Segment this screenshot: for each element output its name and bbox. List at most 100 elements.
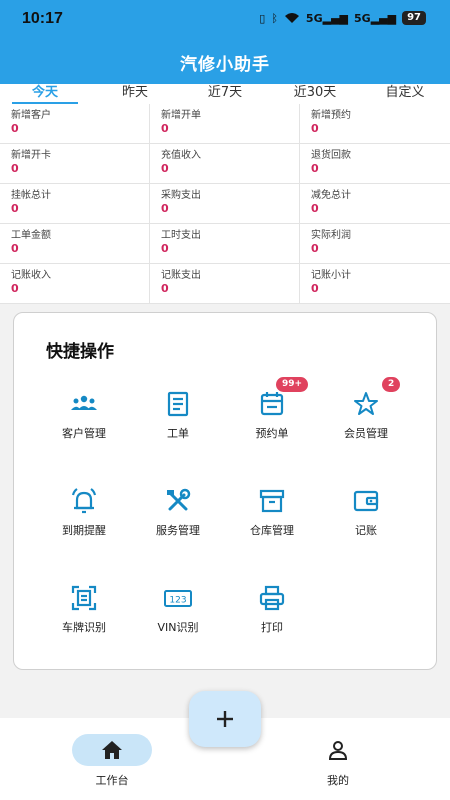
- vibrate-icon: ▯: [259, 11, 266, 25]
- stat-value: 0: [161, 162, 169, 175]
- add-fab-button[interactable]: [189, 691, 261, 747]
- stat-label: 新增开卡: [11, 150, 51, 161]
- status-icons: ▯ ᛒ 5G▂▄▆ 5G▂▄▆ 97: [259, 11, 426, 25]
- nav-pill: [72, 734, 152, 766]
- stat-value: 0: [311, 162, 319, 175]
- svg-text:123: 123: [169, 596, 186, 606]
- stat-cell[interactable]: 退货回款 0: [300, 144, 450, 184]
- status-bar: 10:17 ▯ ᛒ 5G▂▄▆ 5G▂▄▆ 97: [0, 0, 450, 40]
- stat-value: 0: [161, 242, 169, 255]
- bluetooth-icon: ᛒ: [271, 11, 278, 25]
- stat-label: 退货回款: [311, 150, 351, 161]
- nav-item-workbench[interactable]: 工作台: [62, 734, 162, 788]
- stat-cell[interactable]: 记账小计 0: [300, 264, 450, 304]
- stat-cell[interactable]: 充值收入 0: [150, 144, 300, 184]
- quick-action-label: 打印: [261, 621, 283, 634]
- stat-cell[interactable]: 减免总计 0: [300, 184, 450, 224]
- stat-cell[interactable]: 新增客户 0: [0, 104, 150, 144]
- stat-cell[interactable]: 新增开卡 0: [0, 144, 150, 184]
- quick-action-warehouse[interactable]: 仓库管理: [222, 486, 322, 546]
- quick-action-expiry-reminder[interactable]: 到期提醒: [34, 486, 134, 546]
- nav-label: 我的: [327, 774, 349, 787]
- tab-yesterday[interactable]: 昨天: [90, 84, 180, 104]
- quick-action-appointments[interactable]: 99+ 预约单: [222, 377, 322, 449]
- stat-value: 0: [311, 202, 319, 215]
- stat-value: 0: [311, 242, 319, 255]
- signal-icon-2: 5G▂▄▆: [354, 11, 397, 25]
- wallet-icon: [353, 490, 379, 512]
- stat-value: 0: [11, 202, 19, 215]
- work-order-icon: [167, 391, 189, 417]
- signal-icon-1: 5G▂▄▆: [305, 11, 348, 25]
- quick-action-label: 到期提醒: [62, 524, 106, 537]
- quick-action-label: 仓库管理: [250, 524, 294, 537]
- tab-last-7-days[interactable]: 近7天: [180, 84, 270, 104]
- status-time: 10:17: [22, 10, 63, 27]
- stat-value: 0: [11, 242, 19, 255]
- stat-value: 0: [11, 162, 19, 175]
- quick-action-print[interactable]: 打印: [222, 583, 322, 643]
- stat-value: 0: [161, 282, 169, 295]
- quick-action-customers[interactable]: 客户管理: [34, 389, 134, 449]
- archive-icon: [259, 489, 285, 513]
- quick-action-bookkeeping[interactable]: 记账: [316, 486, 416, 546]
- stat-label: 新增预约: [311, 110, 351, 121]
- stat-label: 实际利润: [311, 230, 351, 241]
- stat-cell[interactable]: 记账收入 0: [0, 264, 150, 304]
- stat-cell[interactable]: 记账支出 0: [150, 264, 300, 304]
- stat-label: 新增客户: [11, 110, 51, 121]
- home-icon: [102, 741, 122, 759]
- customers-icon: [71, 395, 97, 410]
- quick-action-members[interactable]: 2 会员管理: [316, 377, 416, 449]
- printer-icon: [259, 585, 285, 611]
- members-badge: 2: [382, 377, 401, 392]
- stat-cell[interactable]: 采购支出 0: [150, 184, 300, 224]
- stat-label: 采购支出: [161, 190, 201, 201]
- battery-icon: 97: [402, 11, 426, 25]
- quick-actions-title: 快捷操作: [46, 342, 114, 362]
- stat-label: 减免总计: [311, 190, 351, 201]
- tab-last-30-days[interactable]: 近30天: [270, 84, 360, 104]
- stat-cell[interactable]: 工单金额 0: [0, 224, 150, 264]
- app-header: 汽修小助手: [0, 40, 450, 84]
- tools-icon: [167, 488, 191, 511]
- stat-value: 0: [161, 202, 169, 215]
- stat-value: 0: [161, 122, 169, 135]
- nav-label: 工作台: [95, 774, 129, 787]
- plus-icon: [217, 711, 233, 727]
- stat-label: 记账小计: [311, 270, 351, 281]
- tab-custom[interactable]: 自定义: [360, 84, 450, 104]
- quick-actions-card: 快捷操作 客户管理 工单 99+ 预约单 2 会员管理 到期提醒 服务管理 仓库…: [13, 312, 437, 670]
- quick-action-label: 工单: [167, 427, 189, 440]
- nav-item-mine[interactable]: 我的: [288, 734, 388, 788]
- stat-cell[interactable]: 实际利润 0: [300, 224, 450, 264]
- stat-value: 0: [311, 122, 319, 135]
- appointments-badge: 99+: [276, 377, 309, 392]
- quick-action-label: 客户管理: [62, 427, 106, 440]
- tab-today[interactable]: 今天: [0, 84, 90, 104]
- calendar-icon: [260, 392, 284, 416]
- stat-label: 新增开单: [161, 110, 201, 121]
- quick-action-label: 服务管理: [156, 524, 200, 537]
- quick-action-plate-recognition[interactable]: 车牌识别: [34, 583, 134, 643]
- stat-cell[interactable]: 新增预约 0: [300, 104, 450, 144]
- quick-action-label: 车牌识别: [62, 621, 106, 634]
- quick-action-work-order[interactable]: 工单: [128, 389, 228, 449]
- quick-action-label: 记账: [355, 524, 377, 537]
- stat-cell[interactable]: 工时支出 0: [150, 224, 300, 264]
- quick-action-label: VIN识别: [157, 621, 199, 634]
- stat-label: 记账收入: [11, 270, 51, 281]
- stat-cell[interactable]: 挂帐总计 0: [0, 184, 150, 224]
- bell-icon: [71, 488, 97, 514]
- stat-cell[interactable]: 新增开单 0: [150, 104, 300, 144]
- quick-action-service[interactable]: 服务管理: [128, 486, 228, 546]
- stats-grid: 新增客户 0 新增开单 0 新增预约 0 新增开卡 0 充值收入 0 退货回款 0 挂帐总计…: [0, 104, 450, 304]
- date-range-tabs: 今天 昨天 近7天 近30天 自定义: [0, 84, 450, 104]
- quick-action-vin-recognition[interactable]: 123 VIN识别: [128, 583, 228, 643]
- wifi-icon: [284, 13, 299, 23]
- person-icon: [328, 741, 348, 760]
- page-title: 汽修小助手: [180, 55, 270, 75]
- stat-value: 0: [11, 122, 19, 135]
- stat-value: 0: [11, 282, 19, 295]
- stat-label: 工单金额: [11, 230, 51, 241]
